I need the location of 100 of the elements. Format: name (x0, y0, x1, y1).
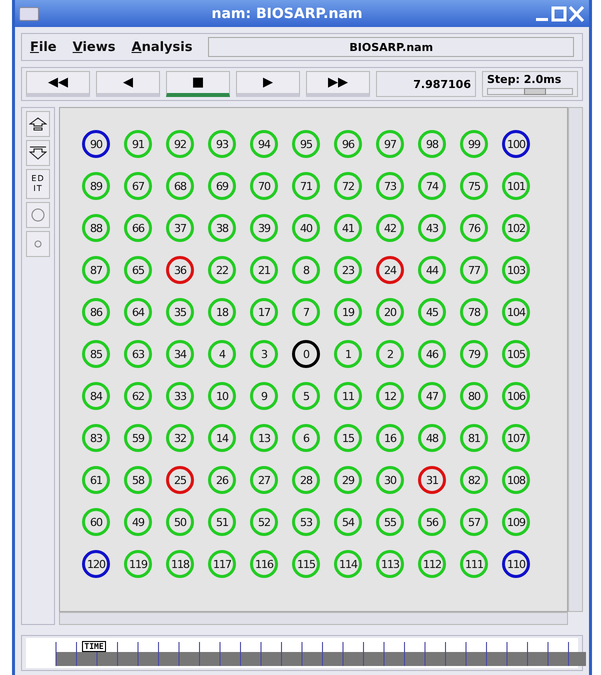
network-node[interactable]: 100 (502, 130, 530, 158)
network-node[interactable]: 28 (292, 466, 320, 494)
network-node[interactable]: 86 (82, 298, 110, 326)
network-node[interactable]: 9 (250, 382, 278, 410)
network-node[interactable]: 104 (502, 298, 530, 326)
network-node[interactable]: 49 (124, 508, 152, 536)
network-node[interactable]: 52 (250, 508, 278, 536)
network-node[interactable]: 78 (460, 298, 488, 326)
network-node[interactable]: 16 (376, 424, 404, 452)
network-node[interactable]: 56 (418, 508, 446, 536)
network-node[interactable]: 73 (376, 172, 404, 200)
network-node[interactable]: 92 (166, 130, 194, 158)
network-node[interactable]: 6 (292, 424, 320, 452)
time-marker[interactable]: TIME (82, 641, 106, 652)
playback-button[interactable]: ■ (166, 71, 230, 97)
network-node[interactable]: 0 (292, 340, 320, 368)
network-node[interactable]: 47 (418, 382, 446, 410)
network-node[interactable]: 39 (250, 214, 278, 242)
network-node[interactable]: 12 (376, 382, 404, 410)
network-node[interactable]: 76 (460, 214, 488, 242)
network-node[interactable]: 53 (292, 508, 320, 536)
network-node[interactable]: 71 (292, 172, 320, 200)
network-node[interactable]: 41 (334, 214, 362, 242)
network-node[interactable]: 58 (124, 466, 152, 494)
network-node[interactable]: 82 (460, 466, 488, 494)
network-node[interactable]: 19 (334, 298, 362, 326)
network-node[interactable]: 67 (124, 172, 152, 200)
network-node[interactable]: 25 (166, 466, 194, 494)
network-node[interactable]: 7 (292, 298, 320, 326)
network-node[interactable]: 57 (460, 508, 488, 536)
network-node[interactable]: 20 (376, 298, 404, 326)
zoom-in-button[interactable] (26, 111, 50, 137)
network-node[interactable]: 34 (166, 340, 194, 368)
network-node[interactable]: 77 (460, 256, 488, 284)
network-node[interactable]: 97 (376, 130, 404, 158)
network-node[interactable]: 116 (250, 550, 278, 578)
small-circle-button[interactable] (26, 231, 50, 257)
network-node[interactable]: 46 (418, 340, 446, 368)
network-node[interactable]: 15 (334, 424, 362, 452)
network-node[interactable]: 68 (166, 172, 194, 200)
network-node[interactable]: 66 (124, 214, 152, 242)
network-node[interactable]: 14 (208, 424, 236, 452)
network-node[interactable]: 88 (82, 214, 110, 242)
network-node[interactable]: 101 (502, 172, 530, 200)
network-node[interactable]: 51 (208, 508, 236, 536)
network-node[interactable]: 61 (82, 466, 110, 494)
network-node[interactable]: 91 (124, 130, 152, 158)
network-node[interactable]: 10 (208, 382, 236, 410)
network-node[interactable]: 83 (82, 424, 110, 452)
network-node[interactable]: 17 (250, 298, 278, 326)
network-node[interactable]: 113 (376, 550, 404, 578)
network-node[interactable]: 13 (250, 424, 278, 452)
network-node[interactable]: 62 (124, 382, 152, 410)
network-node[interactable]: 11 (334, 382, 362, 410)
network-node[interactable]: 75 (460, 172, 488, 200)
network-node[interactable]: 84 (82, 382, 110, 410)
network-node[interactable]: 32 (166, 424, 194, 452)
network-node[interactable]: 79 (460, 340, 488, 368)
network-node[interactable]: 110 (502, 550, 530, 578)
playback-button[interactable]: ◀ (96, 71, 160, 97)
network-node[interactable]: 8 (292, 256, 320, 284)
network-node[interactable]: 119 (124, 550, 152, 578)
playback-button[interactable]: ▶ (236, 71, 300, 97)
network-node[interactable]: 114 (334, 550, 362, 578)
vertical-scrollbar[interactable] (568, 107, 583, 612)
network-node[interactable]: 99 (460, 130, 488, 158)
network-node[interactable]: 72 (334, 172, 362, 200)
network-node[interactable]: 55 (376, 508, 404, 536)
network-node[interactable]: 50 (166, 508, 194, 536)
network-node[interactable]: 94 (250, 130, 278, 158)
network-node[interactable]: 27 (250, 466, 278, 494)
network-node[interactable]: 111 (460, 550, 488, 578)
network-node[interactable]: 43 (418, 214, 446, 242)
network-node[interactable]: 37 (166, 214, 194, 242)
network-node[interactable]: 54 (334, 508, 362, 536)
network-node[interactable]: 23 (334, 256, 362, 284)
network-node[interactable]: 98 (418, 130, 446, 158)
network-node[interactable]: 64 (124, 298, 152, 326)
network-node[interactable]: 36 (166, 256, 194, 284)
network-node[interactable]: 69 (208, 172, 236, 200)
playback-button[interactable]: ◀◀ (26, 71, 90, 97)
network-node[interactable]: 24 (376, 256, 404, 284)
network-node[interactable]: 93 (208, 130, 236, 158)
network-node[interactable]: 70 (250, 172, 278, 200)
network-node[interactable]: 96 (334, 130, 362, 158)
network-node[interactable]: 112 (418, 550, 446, 578)
menu-item[interactable]: Views (72, 40, 116, 54)
step-slider[interactable] (487, 88, 573, 95)
network-node[interactable]: 63 (124, 340, 152, 368)
network-node[interactable]: 120 (82, 550, 110, 578)
network-node[interactable]: 44 (418, 256, 446, 284)
network-node[interactable]: 18 (208, 298, 236, 326)
network-node[interactable]: 85 (82, 340, 110, 368)
network-node[interactable]: 26 (208, 466, 236, 494)
network-node[interactable]: 30 (376, 466, 404, 494)
window-controls-icon[interactable] (535, 4, 585, 22)
horizontal-scrollbar[interactable] (59, 612, 568, 625)
network-node[interactable]: 4 (208, 340, 236, 368)
network-node[interactable]: 81 (460, 424, 488, 452)
network-node[interactable]: 22 (208, 256, 236, 284)
